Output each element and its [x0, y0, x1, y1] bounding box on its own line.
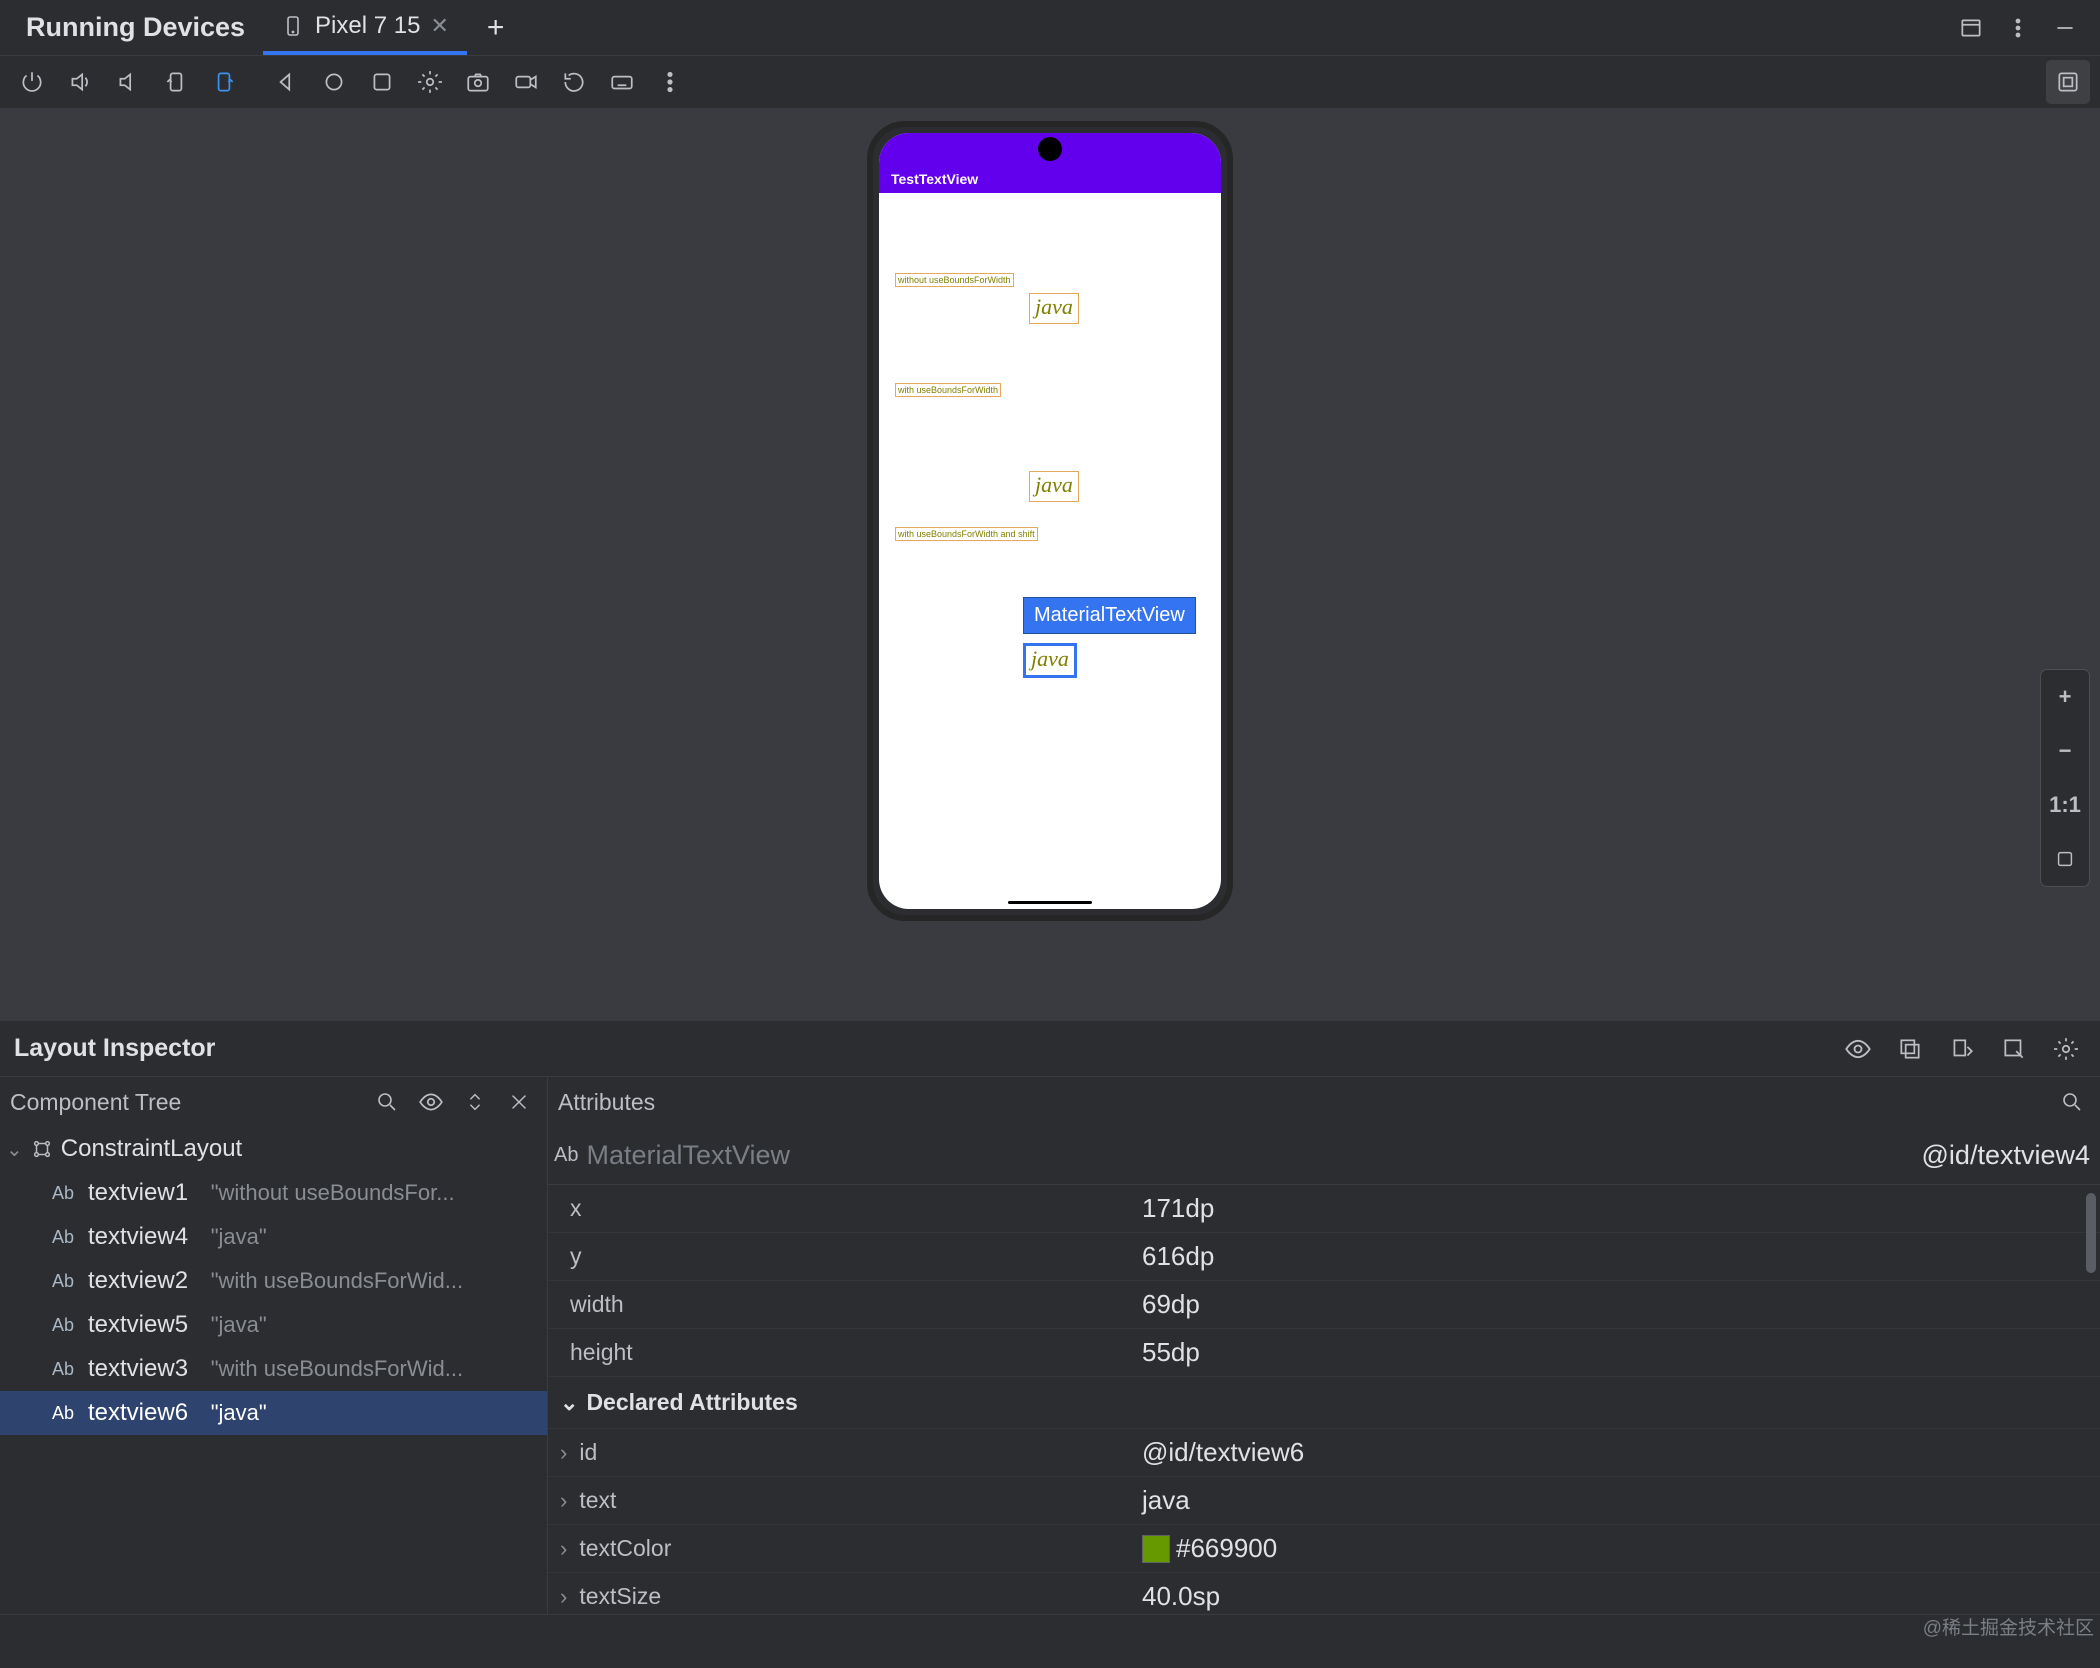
tree-search-button[interactable]: [369, 1084, 405, 1120]
color-swatch: [1142, 1535, 1170, 1563]
textview3[interactable]: with useBoundsForWidth and shift: [895, 527, 1038, 541]
tree-item-textview2[interactable]: Abtextview2 "with useBoundsForWid...: [0, 1259, 547, 1303]
textview4[interactable]: java: [1029, 293, 1079, 324]
inspector-body: Component Tree ⌄ ConstraintLayout Abtext…: [0, 1076, 2100, 1614]
window-icon[interactable]: [1958, 15, 1984, 41]
camera-notch: [1038, 137, 1062, 161]
attr-row-height[interactable]: height55dp: [548, 1329, 2100, 1377]
attrs-panel-header: Attributes: [548, 1077, 2100, 1127]
component-tree-panel: Component Tree ⌄ ConstraintLayout Abtext…: [0, 1077, 548, 1614]
attr-row-text[interactable]: textjava: [548, 1477, 2100, 1525]
attributes-list[interactable]: x171dp y616dp width69dp height55dp Decla…: [548, 1185, 2100, 1614]
add-tab-button[interactable]: +: [467, 11, 525, 45]
volume-down-button[interactable]: [106, 60, 150, 104]
more-vert-icon[interactable]: [2006, 16, 2030, 40]
attr-section-declared[interactable]: Declared Attributes: [548, 1377, 2100, 1429]
tree-panel-title: Component Tree: [10, 1089, 181, 1116]
keyboard-button[interactable]: [600, 60, 644, 104]
tree-root[interactable]: ⌄ ConstraintLayout: [0, 1127, 547, 1171]
selection-tooltip: MaterialTextView: [1023, 597, 1196, 634]
back-button[interactable]: [264, 60, 308, 104]
tab-bar: Running Devices Pixel 7 15 ✕ +: [0, 0, 2100, 55]
tab-pixel-7-15[interactable]: Pixel 7 15 ✕: [263, 0, 467, 55]
home-button[interactable]: [312, 60, 356, 104]
zoom-fit-button[interactable]: [2041, 832, 2089, 886]
running-devices-title: Running Devices: [8, 12, 263, 43]
tree-close-button[interactable]: [501, 1084, 537, 1120]
attrs-panel-title: Attributes: [558, 1089, 655, 1116]
inspector-title: Layout Inspector: [14, 1034, 215, 1063]
attr-row-textcolor[interactable]: textColor#669900: [548, 1525, 2100, 1573]
tree-root-label: ConstraintLayout: [61, 1135, 242, 1163]
attrs-type-row: Ab MaterialTextView @id/textview4: [548, 1127, 2100, 1185]
snapshot-button[interactable]: [1890, 1029, 1930, 1069]
record-button[interactable]: [504, 60, 548, 104]
home-indicator: [1008, 901, 1092, 904]
volume-up-button[interactable]: [58, 60, 102, 104]
device-icon: [281, 14, 305, 38]
phone-screen[interactable]: TestTextView without useBoundsForWidth j…: [879, 133, 1221, 909]
inspector-header: Layout Inspector: [0, 1020, 2100, 1076]
textview5[interactable]: java: [1029, 471, 1079, 502]
minimize-icon[interactable]: [2052, 15, 2078, 41]
zoom-1-1-button[interactable]: 1:1: [2041, 778, 2089, 832]
inspector-settings-button[interactable]: [2046, 1029, 2086, 1069]
preview-area: TestTextView without useBoundsForWidth j…: [0, 109, 2100, 1020]
tab-label: Pixel 7 15: [315, 12, 420, 40]
visibility-button[interactable]: [1838, 1029, 1878, 1069]
text-icon: Ab: [554, 1144, 578, 1167]
attrs-search-button[interactable]: [2054, 1084, 2090, 1120]
zoom-out-button[interactable]: −: [2041, 724, 2089, 778]
attr-row-width[interactable]: width69dp: [548, 1281, 2100, 1329]
textview1[interactable]: without useBoundsForWidth: [895, 273, 1014, 287]
close-icon[interactable]: ✕: [430, 13, 448, 39]
attr-row-textsize[interactable]: textSize40.0sp: [548, 1573, 2100, 1614]
attributes-panel: Attributes Ab MaterialTextView @id/textv…: [548, 1077, 2100, 1614]
rotate-left-button[interactable]: [154, 60, 198, 104]
more-actions-button[interactable]: [648, 60, 692, 104]
layout-icon: [31, 1138, 53, 1160]
attr-row-id[interactable]: id@id/textview6: [548, 1429, 2100, 1477]
app-title: TestTextView: [891, 171, 978, 187]
reload-button[interactable]: [552, 60, 596, 104]
phone-body: without useBoundsForWidth java with useB…: [879, 193, 1221, 909]
textview2[interactable]: with useBoundsForWidth: [895, 383, 1001, 397]
tree-panel-header: Component Tree: [0, 1077, 547, 1127]
deep-inspect-button[interactable]: [1994, 1029, 2034, 1069]
overview-button[interactable]: [360, 60, 404, 104]
phone-frame: TestTextView without useBoundsForWidth j…: [867, 121, 1233, 921]
rotate-right-button[interactable]: [202, 60, 246, 104]
tree-item-textview1[interactable]: Abtextview1 "without useBoundsFor...: [0, 1171, 547, 1215]
export-button[interactable]: [1942, 1029, 1982, 1069]
attr-row-x[interactable]: x171dp: [548, 1185, 2100, 1233]
watermark: @稀土掘金技术社区: [1923, 1613, 2094, 1640]
tree-item-textview3[interactable]: Abtextview3 "with useBoundsForWid...: [0, 1347, 547, 1391]
tree-item-textview4[interactable]: Abtextview4 "java": [0, 1215, 547, 1259]
screenshot-button[interactable]: [456, 60, 500, 104]
attrs-type-name: MaterialTextView: [586, 1140, 790, 1171]
attrs-id-label: @id/textview4: [1922, 1140, 2090, 1171]
textview6[interactable]: java: [1023, 643, 1077, 678]
tree-visibility-button[interactable]: [413, 1084, 449, 1120]
tree-item-textview5[interactable]: Abtextview5 "java": [0, 1303, 547, 1347]
scrollbar-thumb[interactable]: [2086, 1193, 2096, 1273]
layout-inspector-toggle[interactable]: [2046, 60, 2090, 104]
zoom-in-button[interactable]: +: [2041, 670, 2089, 724]
tree-expand-button[interactable]: [457, 1084, 493, 1120]
component-tree[interactable]: ⌄ ConstraintLayout Abtextview1 "without …: [0, 1127, 547, 1614]
settings-button[interactable]: [408, 60, 452, 104]
tree-item-textview6[interactable]: Abtextview6 "java": [0, 1391, 547, 1435]
zoom-panel: + − 1:1: [2040, 669, 2090, 887]
statusbar: [0, 1614, 2100, 1668]
power-button[interactable]: [10, 60, 54, 104]
device-toolbar: [0, 55, 2100, 109]
attr-row-y[interactable]: y616dp: [548, 1233, 2100, 1281]
